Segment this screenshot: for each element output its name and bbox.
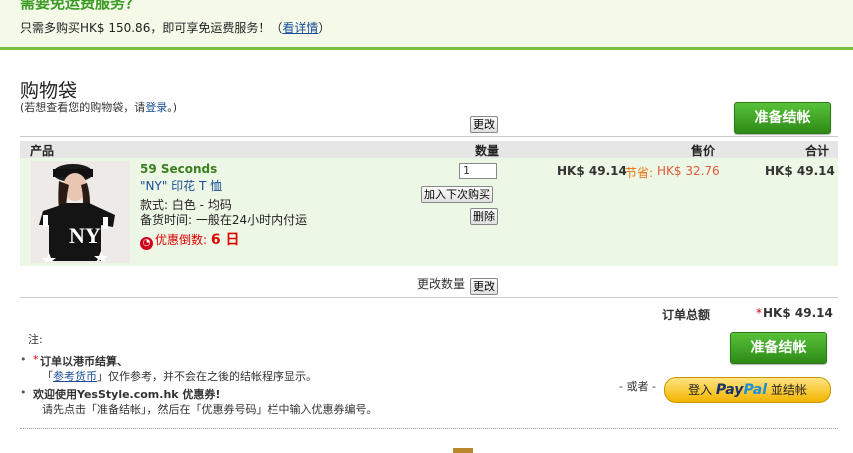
note-asterisk: * xyxy=(33,353,39,366)
free-shipping-title: 需要免运费服务？ xyxy=(20,0,141,12)
bullet-icon: • xyxy=(20,386,27,399)
paypal-logo-pay: Pay xyxy=(715,382,744,398)
product-image: NY xyxy=(31,161,130,263)
item-total: HK$ 49.14 xyxy=(765,164,835,178)
save-for-later-button[interactable]: 加入下次购买 xyxy=(421,186,493,203)
order-total-value: HK$ 49.14 xyxy=(763,306,833,320)
paypal-prefix: 登入 xyxy=(688,383,713,397)
table-top-divider xyxy=(20,136,838,137)
table-bottom-divider xyxy=(20,297,838,298)
table-row: NY 59 Seconds "NY" 印花 T 恤 款式: 白色 - 均码 备货… xyxy=(20,158,838,266)
promo-label: 优惠倒数: xyxy=(155,233,211,247)
order-total-label: 订单总额 xyxy=(662,308,711,322)
free-shipping-suffix: ） xyxy=(318,21,331,35)
product-brand[interactable]: 59 Seconds xyxy=(140,162,217,176)
total-asterisk: * xyxy=(756,306,762,320)
checkout-button-top[interactable]: 准备结帐 xyxy=(734,102,831,134)
product-thumbnail[interactable]: NY xyxy=(31,161,130,263)
header-product: 产品 xyxy=(30,144,55,158)
reference-currency-link[interactable]: 参考货币 xyxy=(53,370,97,383)
free-shipping-banner: 需要免运费服务？ 只需多购买HK$ 150.86，即可享免运费服务！（看详情） xyxy=(0,0,853,47)
bullet-icon: • xyxy=(20,353,27,366)
note-coupon-text: 请先点击「准备结帐」，然后在「优惠券号码」栏中输入优惠券编号。 xyxy=(42,403,378,416)
footer-divider xyxy=(20,428,838,429)
notes-label: 注: xyxy=(28,333,43,346)
product-name[interactable]: "NY" 印花 T 恤 xyxy=(140,177,222,194)
paypal-checkout-button[interactable]: 登入 PayPal 並结帐 xyxy=(664,377,831,403)
table-header: 产品 数量 售价 合计 xyxy=(20,141,838,158)
header-qty: 数量 xyxy=(475,144,500,158)
promo-days: 6 日 xyxy=(210,232,240,248)
footer-graphic xyxy=(453,448,473,453)
note-currency-title: 订单以港币结算、 xyxy=(40,355,128,368)
paypal-suffix: 並结帐 xyxy=(770,383,807,397)
update-button-top[interactable]: 更改 xyxy=(470,116,498,133)
note-currency-post: 」仅作参考，并不会在之後的结帐程序显示。 xyxy=(97,370,317,383)
update-qty-label: 更改数量 xyxy=(417,277,466,291)
paypal-logo-pal: Pal xyxy=(743,382,768,398)
login-hint-prefix: (若想查看您的购物袋，请 xyxy=(20,101,146,114)
or-separator: - 或者 - xyxy=(619,380,656,393)
promo-countdown: ◔ 优惠倒数: 6 日 xyxy=(140,229,239,250)
svg-text:NY: NY xyxy=(69,223,101,248)
banner-divider xyxy=(0,47,853,50)
update-qty-button[interactable]: 更改 xyxy=(470,278,498,295)
free-shipping-text: 只需多购买HK$ 150.86，即可享免运费服务！（看详情） xyxy=(20,19,330,36)
header-total: 合计 xyxy=(805,144,830,158)
checkout-button-bottom[interactable]: 准备结帐 xyxy=(730,332,827,364)
login-link[interactable]: 登录 xyxy=(145,101,167,114)
details-link[interactable]: 看详情 xyxy=(282,21,318,35)
note-currency-text: 「参考货币」仅作参考，并不会在之後的结帐程序显示。 xyxy=(42,368,317,384)
note-currency-pre: 「 xyxy=(42,370,53,383)
countdown-icon: ◔ xyxy=(140,237,153,250)
header-price: 售价 xyxy=(691,144,716,158)
free-shipping-prefix: 只需多购买HK$ 150.86，即可享免运费服务！（ xyxy=(20,21,283,35)
save-amount: HK$ 32.76 xyxy=(657,164,720,178)
quantity-input[interactable]: 1 xyxy=(459,163,497,179)
note-coupon-title: 欢迎使用YesStyle.com.hk 优惠券! xyxy=(33,388,221,401)
product-stock: 备货时间: 一般在24小时内付运 xyxy=(140,213,308,227)
save-label: 节省: xyxy=(625,166,654,180)
login-hint: (若想查看您的购物袋，请登录。) xyxy=(20,99,177,115)
login-hint-suffix: 。) xyxy=(167,101,178,114)
delete-button[interactable]: 删除 xyxy=(470,208,498,225)
item-price: HK$ 49.14 xyxy=(557,164,627,178)
